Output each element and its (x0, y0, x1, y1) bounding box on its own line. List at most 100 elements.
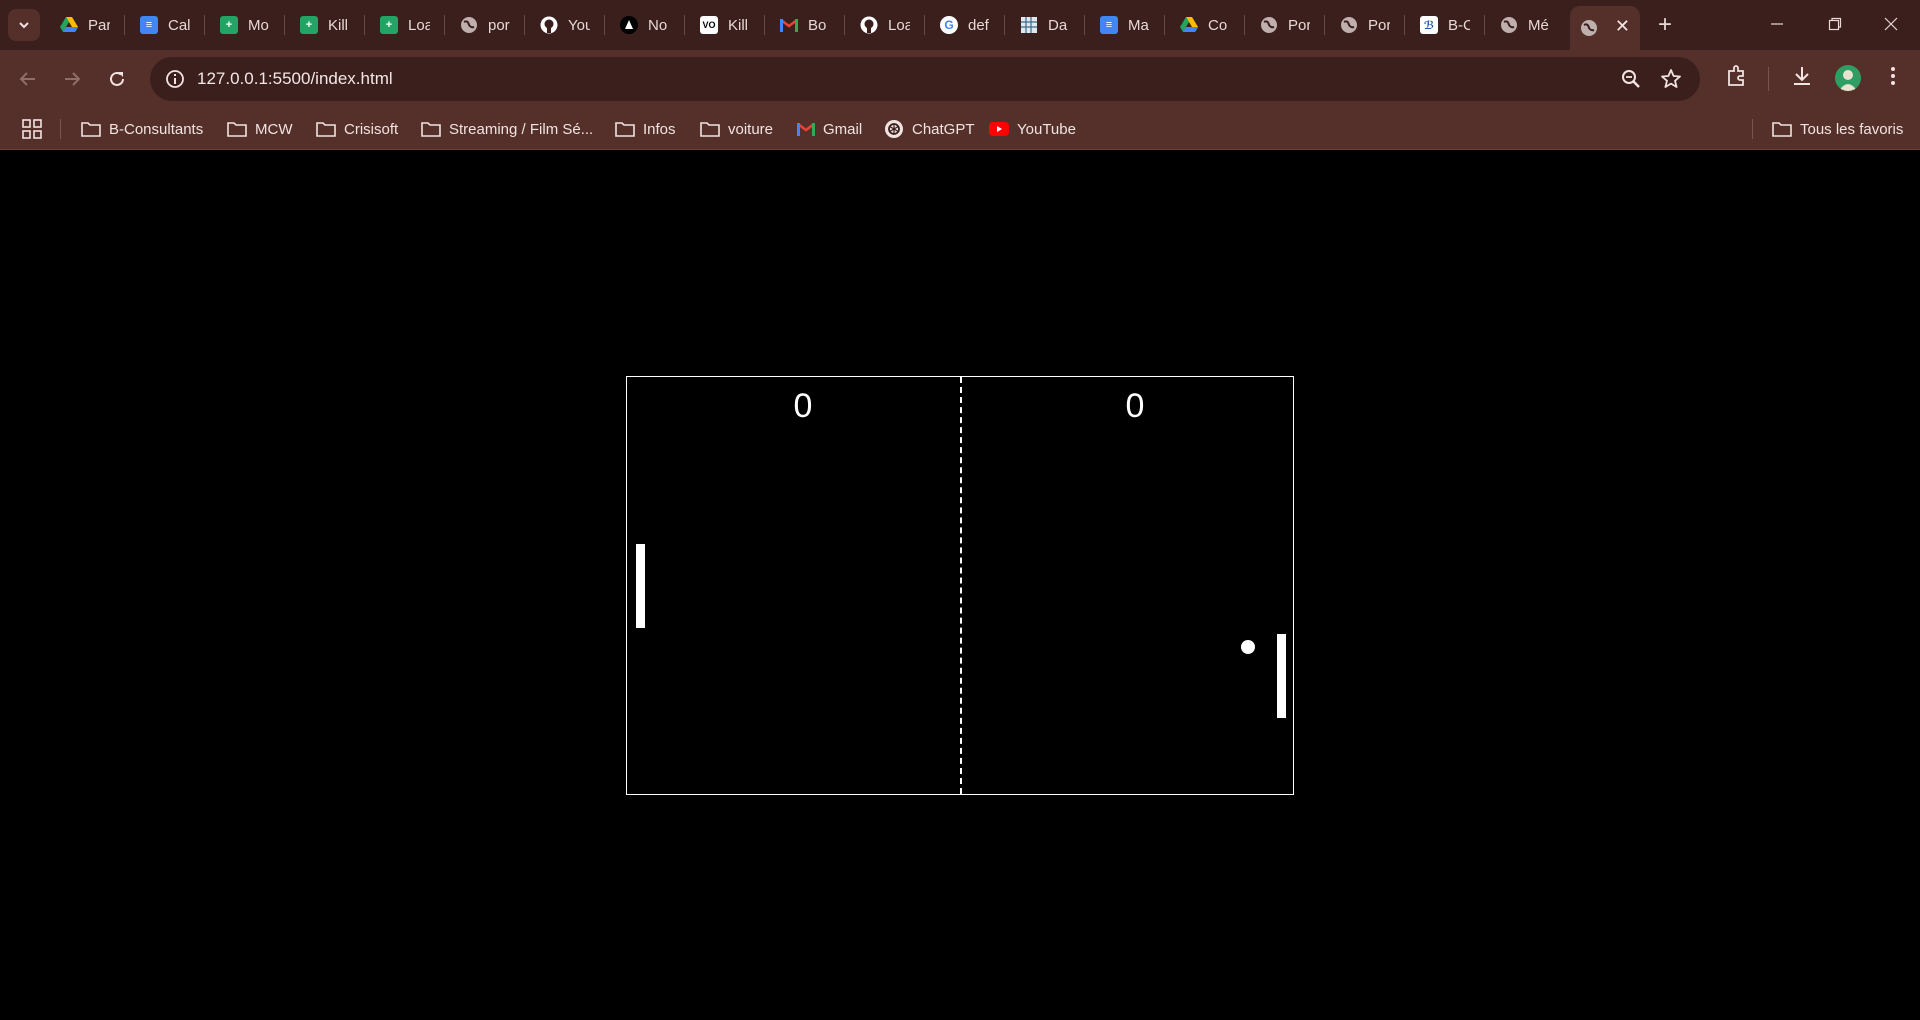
folder-icon (421, 122, 441, 137)
bookmark-chatgpt[interactable]: ChatGPT (884, 108, 975, 150)
tab[interactable]: VO Kill (688, 6, 768, 44)
bookmark-crisisoft[interactable]: Crisisoft (316, 108, 398, 150)
bookmark-label: Crisisoft (344, 120, 399, 138)
tab-title: def (968, 16, 989, 34)
bookmark-streaming[interactable]: Streaming / Film Sé... (421, 108, 593, 150)
minimize-icon (1771, 23, 1783, 25)
google-drive-icon (60, 16, 78, 34)
tab-title: Kill (328, 16, 349, 34)
star-icon[interactable] (1660, 68, 1682, 90)
tab-title: Ma (1128, 16, 1149, 34)
google-docs-icon: ≡ (140, 16, 158, 34)
back-button[interactable] (12, 63, 44, 95)
globe-icon (1340, 16, 1358, 34)
google-drive-icon (1180, 16, 1198, 34)
bookmark-label: Gmail (823, 120, 863, 138)
tab[interactable]: Mé (1488, 6, 1568, 44)
globe-icon (1260, 16, 1278, 34)
gmail-icon (780, 16, 798, 34)
all-bookmarks-button[interactable]: Tous les favoris (1772, 108, 1903, 150)
menu-icon[interactable] (1880, 63, 1906, 89)
site-info-icon[interactable] (164, 68, 186, 90)
google-sheets-icon: + (300, 16, 318, 34)
globe-icon (1500, 16, 1518, 34)
tab-title: Da (1048, 16, 1068, 34)
bookmark-label: B-Consultants (109, 120, 204, 138)
bookmark-label: ChatGPT (912, 120, 975, 138)
zoom-icon[interactable] (1620, 68, 1642, 90)
bookmark-mcw[interactable]: MCW (227, 108, 293, 150)
tab[interactable]: Por (1248, 6, 1328, 44)
chevron-down-icon (19, 22, 29, 29)
bookmark-label: voiture (728, 120, 774, 138)
bookmarks-bar: B-Consultants MCW Crisisoft Streaming / … (0, 108, 1920, 150)
page-content: 0 0 (0, 150, 1920, 1020)
paddle-left (636, 544, 645, 628)
tab[interactable]: ≡ Cal (128, 6, 208, 44)
center-net (960, 377, 962, 794)
folder-icon (700, 122, 720, 137)
paddle-right (1277, 634, 1286, 718)
tab-title: Mo (248, 16, 269, 34)
close-icon[interactable]: ✕ (1615, 16, 1630, 37)
tab-title: Mé (1528, 16, 1549, 34)
ball (1241, 640, 1255, 654)
apps-grid-icon (22, 119, 42, 139)
folder-icon (316, 122, 336, 137)
browser-toolbar: 127.0.0.1:5500/index.html (0, 50, 1920, 108)
google-sheets-icon: + (220, 16, 238, 34)
tab[interactable]: + Loa (368, 6, 448, 44)
triangle-logo-icon (620, 16, 638, 34)
new-tab-button[interactable]: + (1650, 10, 1680, 40)
bookmark-label: YouTube (1017, 120, 1076, 138)
tab[interactable]: Loa (848, 6, 928, 44)
address-bar[interactable]: 127.0.0.1:5500/index.html (150, 57, 1700, 101)
tab-title: Par (88, 16, 110, 34)
tab[interactable]: Par (48, 6, 128, 44)
bookmark-gmail[interactable]: Gmail (797, 108, 862, 150)
forward-button[interactable] (56, 63, 88, 95)
tab-search-button[interactable] (8, 9, 40, 41)
bookmark-voiture[interactable]: voiture (700, 108, 773, 150)
tab-title: Loa (888, 16, 910, 34)
avatar[interactable] (1835, 65, 1861, 91)
tab-title: Por (1368, 16, 1390, 34)
tab-title: Co (1208, 16, 1228, 34)
tab[interactable]: + Mo (208, 6, 288, 44)
reload-button[interactable] (101, 63, 133, 95)
restore-button[interactable] (1806, 0, 1864, 48)
vo-logo-icon: VO (700, 16, 718, 34)
restore-icon (1828, 17, 1842, 31)
tab[interactable]: por (448, 6, 528, 44)
tab-title: Por (1288, 16, 1310, 34)
bookmark-b-consultants[interactable]: B-Consultants (81, 108, 203, 150)
extensions-icon[interactable] (1724, 63, 1750, 89)
tab[interactable]: No (608, 6, 688, 44)
score-left: 0 (793, 387, 813, 425)
tab-strip: Par ≡ Cal + Mo + Kill + Loa por You No V… (0, 0, 1920, 50)
url-text[interactable]: 127.0.0.1:5500/index.html (197, 69, 393, 89)
tab-title: por (488, 16, 510, 34)
tab[interactable]: ℬ B-C (1408, 6, 1488, 44)
apps-button[interactable] (22, 108, 50, 150)
gmail-icon (797, 123, 815, 136)
bookmark-youtube[interactable]: YouTube (989, 108, 1076, 150)
bookmark-infos[interactable]: Infos (615, 108, 676, 150)
tab[interactable]: Por (1328, 6, 1408, 44)
minimize-button[interactable] (1748, 0, 1806, 48)
tab[interactable]: ≡ Ma (1088, 6, 1168, 44)
tab[interactable]: Da (1008, 6, 1088, 44)
tab[interactable]: Bo (768, 6, 848, 44)
tab[interactable]: Co (1168, 6, 1248, 44)
score-right: 0 (1125, 387, 1145, 425)
pong-field[interactable]: 0 0 (626, 376, 1294, 795)
download-icon[interactable] (1789, 63, 1815, 89)
folder-icon (81, 122, 101, 137)
tab-title: No (648, 16, 668, 34)
tab[interactable]: + Kill (288, 6, 368, 44)
tab[interactable]: G def (928, 6, 1008, 44)
tab-active[interactable]: ✕ (1570, 6, 1640, 50)
folder-icon (615, 122, 635, 137)
tab[interactable]: You (528, 6, 608, 44)
close-window-button[interactable] (1862, 0, 1920, 48)
